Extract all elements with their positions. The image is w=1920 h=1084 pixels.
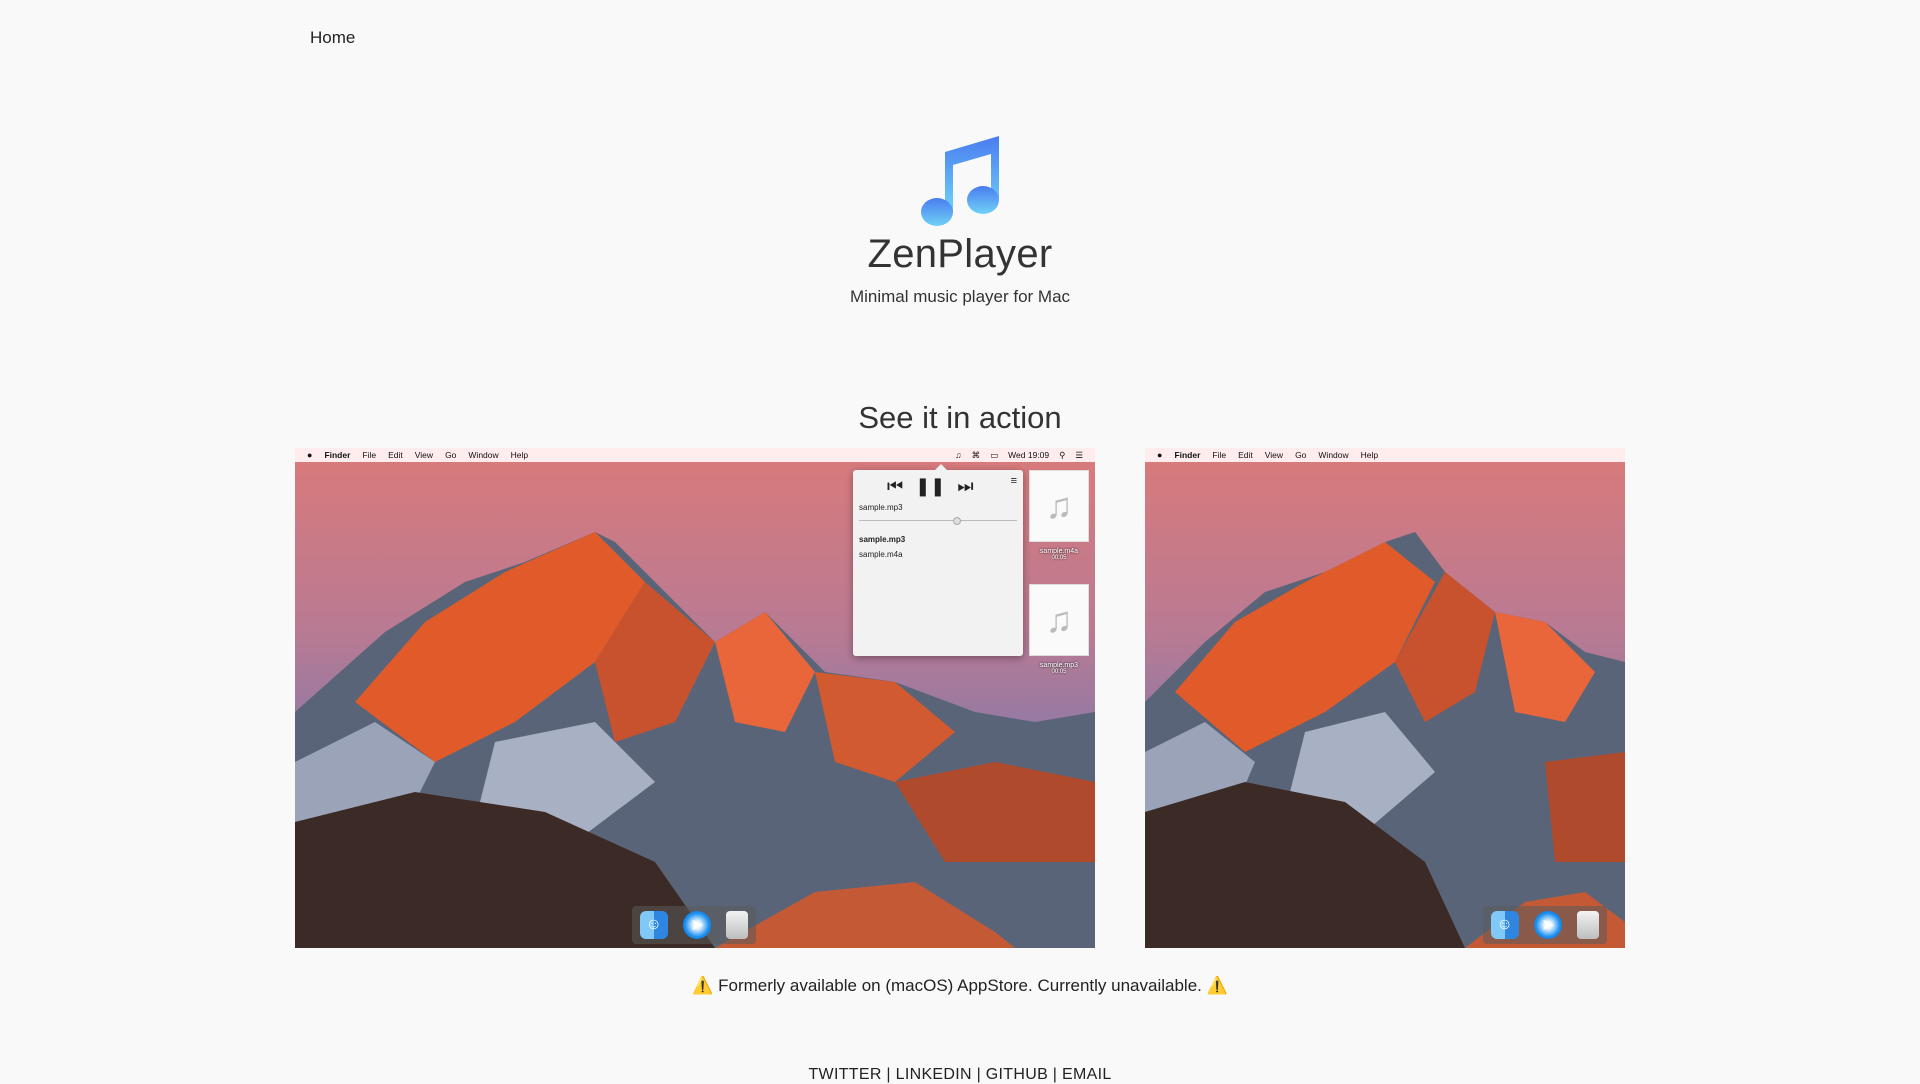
- progress-knob[interactable]: [952, 517, 961, 525]
- now-playing-title: sample.mp3: [859, 503, 903, 512]
- menubar-item: Window: [1318, 450, 1349, 460]
- linkedin-link[interactable]: LINKEDIN: [896, 1066, 972, 1083]
- previous-icon[interactable]: ⏮: [887, 476, 903, 496]
- file-duration: 00:05: [1051, 555, 1067, 561]
- twitter-link[interactable]: TWITTER: [808, 1066, 881, 1083]
- footer-separator: |: [881, 1066, 896, 1083]
- file-name: sample.m4a: [1039, 548, 1079, 555]
- desktop-file[interactable]: ♫ sample.mp3 00:05: [1029, 584, 1089, 675]
- hero: ZenPlayer Minimal music player for Mac: [0, 130, 1920, 307]
- playback-controls: ⏮ ❚❚ ⏭: [887, 476, 974, 496]
- finder-icon[interactable]: ☺: [1490, 911, 1519, 939]
- menubar-app-name: Finder: [1174, 450, 1201, 460]
- desktop-file[interactable]: ♫ sample.m4a 00:05: [1029, 470, 1089, 561]
- desktop-wallpaper: [1145, 462, 1625, 948]
- app-title: ZenPlayer: [867, 232, 1053, 276]
- file-duration: 00:05: [1051, 669, 1067, 675]
- screenshot-with-player: ● Finder File Edit View Go Window Help ♫…: [295, 448, 1095, 948]
- trash-icon[interactable]: [1577, 911, 1600, 939]
- menubar-item: Go: [445, 450, 457, 460]
- trash-icon[interactable]: [726, 911, 749, 939]
- file-name: sample.mp3: [1039, 662, 1079, 669]
- playlist-item[interactable]: sample.m4a: [859, 550, 905, 559]
- menubar-item: Go: [1295, 450, 1307, 460]
- progress-slider[interactable]: [859, 517, 1017, 525]
- apple-icon: ●: [307, 450, 313, 460]
- menubar-item: View: [1264, 450, 1284, 460]
- player-popup: ⏮ ❚❚ ⏭ ≡ sample.mp3 sample.mp3 sample.m4…: [853, 464, 1023, 656]
- mac-menubar: ● Finder File Edit View Go Window Help ♫…: [295, 448, 1095, 462]
- email-link[interactable]: EMAIL: [1062, 1066, 1112, 1083]
- app-subtitle: Minimal music player for Mac: [849, 287, 1071, 306]
- menubar-item: Help: [1360, 450, 1379, 460]
- dock: ☺ ➤: [1483, 906, 1607, 944]
- audio-file-icon: ♫: [1029, 584, 1089, 656]
- wifi-icon: ⌘: [971, 449, 981, 460]
- safari-icon[interactable]: ➤: [1533, 911, 1562, 939]
- menubar-item: Window: [468, 450, 499, 460]
- safari-icon[interactable]: ➤: [682, 911, 711, 939]
- section-title: See it in action: [858, 400, 1062, 435]
- top-nav: Home: [310, 28, 355, 48]
- menubar-item: File: [1212, 450, 1227, 460]
- dock: ☺ ➤: [632, 906, 756, 944]
- playlist: sample.mp3 sample.m4a: [859, 535, 905, 565]
- battery-icon: ▭: [990, 449, 999, 460]
- menubar-item: File: [362, 450, 377, 460]
- footer-links: TWITTER | LINKEDIN | GITHUB | EMAIL: [0, 1066, 1920, 1084]
- hamburger-icon[interactable]: ≡: [1011, 475, 1017, 487]
- menubar-item: View: [414, 450, 434, 460]
- finder-icon[interactable]: ☺: [639, 911, 668, 939]
- github-link[interactable]: GITHUB: [986, 1066, 1048, 1083]
- list-icon: ☰: [1075, 449, 1083, 460]
- pause-icon[interactable]: ❚❚: [915, 476, 945, 496]
- screenshot-desktop: ● Finder File Edit View Go Window Help ☺…: [1145, 448, 1625, 948]
- playlist-item[interactable]: sample.mp3: [859, 535, 905, 544]
- menubar-app-name: Finder: [324, 450, 351, 460]
- next-icon[interactable]: ⏭: [957, 476, 973, 496]
- music-note-icon: ♫: [955, 450, 962, 460]
- nav-home-link[interactable]: Home: [310, 28, 355, 47]
- menubar-clock: Wed 19:09: [1008, 450, 1050, 460]
- apple-icon: ●: [1157, 450, 1163, 460]
- footer-separator: |: [1048, 1066, 1062, 1083]
- mac-menubar: ● Finder File Edit View Go Window Help: [1145, 448, 1625, 462]
- menubar-item: Help: [510, 450, 529, 460]
- footer-separator: |: [971, 1066, 986, 1083]
- music-note-icon: [921, 136, 999, 226]
- menubar-item: Edit: [1238, 450, 1253, 460]
- availability-notice: ⚠️ Formerly available on (macOS) AppStor…: [692, 976, 1228, 995]
- audio-file-icon: ♫: [1029, 470, 1089, 542]
- spotlight-icon: ⚲: [1059, 449, 1066, 460]
- menubar-item: Edit: [388, 450, 403, 460]
